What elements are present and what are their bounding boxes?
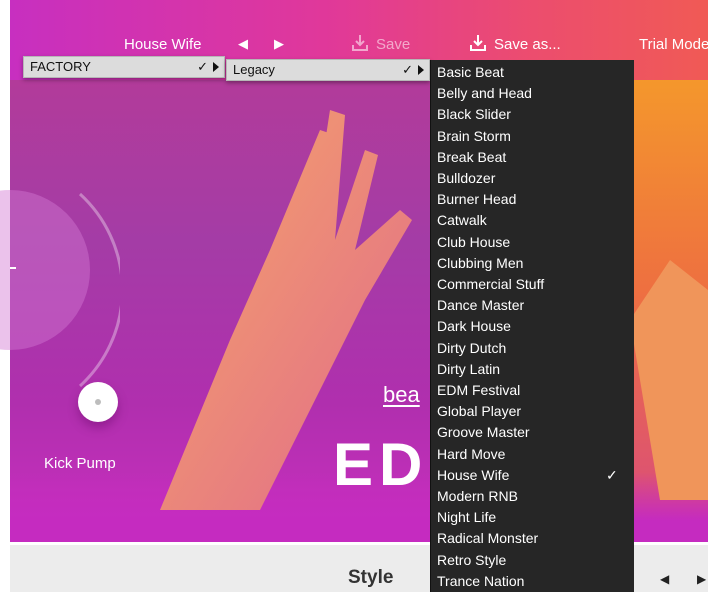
preset-list-item[interactable]: Catwalk bbox=[431, 209, 634, 230]
preset-list-item-label: Black Slider bbox=[437, 106, 511, 123]
preset-list-item[interactable]: Club House bbox=[431, 231, 634, 252]
preset-list-item-label: Burner Head bbox=[437, 191, 517, 208]
preset-list-item[interactable]: Bulldozer bbox=[431, 167, 634, 188]
preset-list-item[interactable]: Dance Master bbox=[431, 294, 634, 315]
preset-list-item-label: Commercial Stuff bbox=[437, 276, 545, 292]
menu-item-legacy[interactable]: Legacy ✓ bbox=[227, 60, 429, 80]
check-icon: ✓ bbox=[197, 59, 208, 74]
preset-list-item-label: Night Life bbox=[437, 509, 497, 526]
preset-list-item[interactable]: Clubbing Men bbox=[431, 252, 634, 273]
preset-list-item[interactable]: Dark House bbox=[431, 315, 634, 336]
preset-list-item[interactable]: Modern RNB bbox=[431, 485, 634, 506]
style-next-button[interactable]: ▶ bbox=[697, 572, 706, 586]
preset-list-item-label: Dance Master bbox=[437, 297, 525, 314]
knob-arc bbox=[78, 192, 120, 388]
preset-list-item-label: Brain Storm bbox=[437, 127, 511, 144]
preset-list-item[interactable]: Dirty Latin bbox=[431, 358, 634, 379]
menu-item-factory[interactable]: FACTORY ✓ bbox=[24, 57, 224, 77]
preset-list-item-label: Global Player bbox=[437, 403, 522, 420]
preset-list-item-label: House Wife bbox=[437, 466, 510, 483]
preset-list-item[interactable]: Night Life bbox=[431, 506, 634, 527]
check-icon: ✓ bbox=[606, 466, 618, 483]
preset-list-item-label: Dirty Latin bbox=[437, 360, 501, 377]
preset-list-item[interactable]: Hard Move bbox=[431, 443, 634, 464]
arm-illustration bbox=[630, 260, 708, 500]
preset-list-item-label: EDM Festival bbox=[437, 382, 521, 398]
preset-list-item[interactable]: Burner Head bbox=[431, 188, 634, 209]
preset-list-item[interactable]: Brain Storm bbox=[431, 125, 634, 146]
plugin-window: Kick Pump bea ED House Wife ◀ ▶ Save Sav… bbox=[0, 0, 708, 592]
preset-list-item-label: Groove Master bbox=[437, 424, 530, 441]
submenu-arrow-icon bbox=[418, 65, 424, 75]
prev-preset-button[interactable]: ◀ bbox=[238, 36, 248, 52]
brand-text: bea bbox=[383, 382, 420, 407]
preset-list-item-label: Radical Monster bbox=[437, 530, 539, 547]
preset-list-item[interactable]: Basic Beat bbox=[431, 61, 634, 82]
bank-menu: FACTORY ✓ bbox=[23, 56, 225, 78]
preset-list-item-label: Belly and Head bbox=[437, 85, 532, 102]
save-as-button[interactable]: Save as... bbox=[468, 33, 561, 53]
preset-list-item[interactable]: Dirty Dutch bbox=[431, 337, 634, 358]
style-label: Style bbox=[348, 567, 394, 588]
preset-list-item[interactable]: Belly and Head bbox=[431, 82, 634, 103]
menu-item-label: Legacy bbox=[233, 62, 275, 77]
preset-list-item-label: Dark House bbox=[437, 318, 511, 335]
preset-list-item[interactable]: EDM Festival bbox=[431, 379, 634, 400]
menu-item-label: FACTORY bbox=[30, 59, 91, 74]
save-button[interactable]: Save bbox=[350, 33, 410, 53]
preset-list-item[interactable]: Black Slider bbox=[431, 103, 634, 124]
preset-list-item-label: Break Beat bbox=[437, 148, 507, 165]
product-logo: ED bbox=[333, 431, 429, 498]
preset-list-item[interactable]: Retro Style bbox=[431, 549, 634, 570]
save-as-label: Save as... bbox=[494, 36, 561, 53]
preset-list-item-label: Modern RNB bbox=[437, 488, 518, 504]
preset-list-item[interactable]: Break Beat bbox=[431, 146, 634, 167]
download-icon bbox=[470, 35, 486, 51]
preset-list-item[interactable]: House Wife ✓ bbox=[431, 464, 634, 485]
preset-list-item-label: Club House bbox=[437, 233, 511, 250]
category-menu: Legacy ✓ bbox=[226, 59, 430, 81]
preset-list-item-label: Trance Nation bbox=[437, 572, 525, 589]
knob-indicator bbox=[10, 267, 16, 269]
kick-pump-knob[interactable] bbox=[78, 382, 118, 422]
preset-list-item[interactable]: Global Player bbox=[431, 400, 634, 421]
preset-list-item-label: Clubbing Men bbox=[437, 254, 524, 271]
submenu-arrow-icon bbox=[213, 62, 219, 72]
preset-list-item-label: Basic Beat bbox=[437, 64, 504, 80]
preset-list-item-label: Hard Move bbox=[437, 445, 506, 462]
check-icon: ✓ bbox=[402, 62, 413, 77]
preset-list-item-label: Catwalk bbox=[437, 212, 487, 229]
next-preset-button[interactable]: ▶ bbox=[274, 36, 284, 52]
preset-list-item[interactable]: Trance Nation bbox=[431, 570, 634, 591]
trial-mode-label: Trial Mode bbox=[639, 36, 708, 53]
preset-list-item[interactable]: Radical Monster bbox=[431, 527, 634, 548]
preset-list-item[interactable]: Groove Master bbox=[431, 421, 634, 442]
preset-name[interactable]: House Wife bbox=[124, 36, 202, 53]
preset-list-item[interactable]: Commercial Stuff bbox=[431, 273, 634, 294]
save-label: Save bbox=[376, 36, 411, 53]
preset-list-item-label: Retro Style bbox=[437, 551, 507, 568]
style-prev-button[interactable]: ◀ bbox=[660, 572, 669, 586]
preset-list-item-label: Bulldozer bbox=[437, 170, 496, 186]
preset-list-item-label: Dirty Dutch bbox=[437, 339, 507, 356]
preset-list-menu: Basic Beat Belly and Head Black Slider Brai… bbox=[430, 60, 634, 592]
kick-pump-label: Kick Pump bbox=[44, 455, 116, 472]
download-icon bbox=[352, 35, 368, 51]
